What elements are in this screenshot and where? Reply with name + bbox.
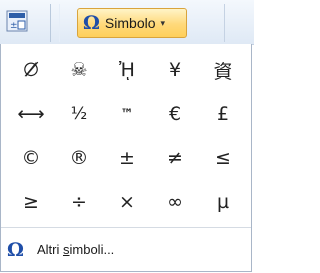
ribbon-separator [224, 4, 225, 42]
symbol-dropdown-button[interactable]: Ω Simbolo ▾ [77, 8, 187, 38]
symbol-cell[interactable]: ≠ [151, 136, 199, 180]
symbol-grid: ∅̸ ☠ ᾘ ¥ 資 ⟷ ½ ™ € £ © ® ± ≠ ≤ ≥ ÷ × ∞ µ [7, 48, 247, 224]
symbol-dropdown-menu: ∅̸ ☠ ᾘ ¥ 資 ⟷ ½ ™ € £ © ® ± ≠ ≤ ≥ ÷ × ∞ µ… [0, 44, 252, 272]
symbol-cell[interactable]: × [103, 180, 151, 224]
symbol-cell[interactable]: £ [199, 92, 247, 136]
symbol-cell[interactable]: ÷ [55, 180, 103, 224]
symbol-cell[interactable]: ☠ [55, 48, 103, 92]
symbol-cell[interactable]: ᾘ [103, 48, 151, 92]
symbol-cell[interactable]: ⟷ [7, 92, 55, 136]
symbol-cell[interactable]: ® [55, 136, 103, 180]
ribbon-strip: ± Ω Simbolo ▾ [0, 0, 254, 45]
omega-symbol-icon: Ω [7, 238, 24, 261]
omega-symbol-icon: Ω [83, 11, 100, 34]
symbol-button-label: Simbolo [104, 15, 156, 31]
symbol-cell[interactable]: ∅̸ [7, 48, 55, 92]
ribbon-separator [59, 4, 60, 42]
ribbon-separator [50, 4, 51, 42]
svg-text:±: ± [10, 21, 18, 31]
symbol-cell[interactable]: ∞ [151, 180, 199, 224]
symbol-cell[interactable]: 資 [199, 48, 247, 92]
symbol-cell[interactable]: ¥ [151, 48, 199, 92]
symbol-cell[interactable]: € [151, 92, 199, 136]
more-symbols-item[interactable]: Ω Altri simboli... [1, 228, 251, 271]
symbol-cell[interactable]: ≥ [7, 180, 55, 224]
symbol-cell[interactable]: ½ [55, 92, 103, 136]
equation-icon[interactable]: ± [6, 10, 28, 32]
more-symbols-label: Altri simboli... [37, 242, 115, 257]
symbol-cell[interactable]: ± [103, 136, 151, 180]
symbol-cell[interactable]: µ [199, 180, 247, 224]
symbol-cell[interactable]: ™ [103, 92, 151, 136]
symbol-cell[interactable]: ≤ [199, 136, 247, 180]
chevron-down-icon: ▾ [160, 17, 166, 28]
symbol-cell[interactable]: © [7, 136, 55, 180]
